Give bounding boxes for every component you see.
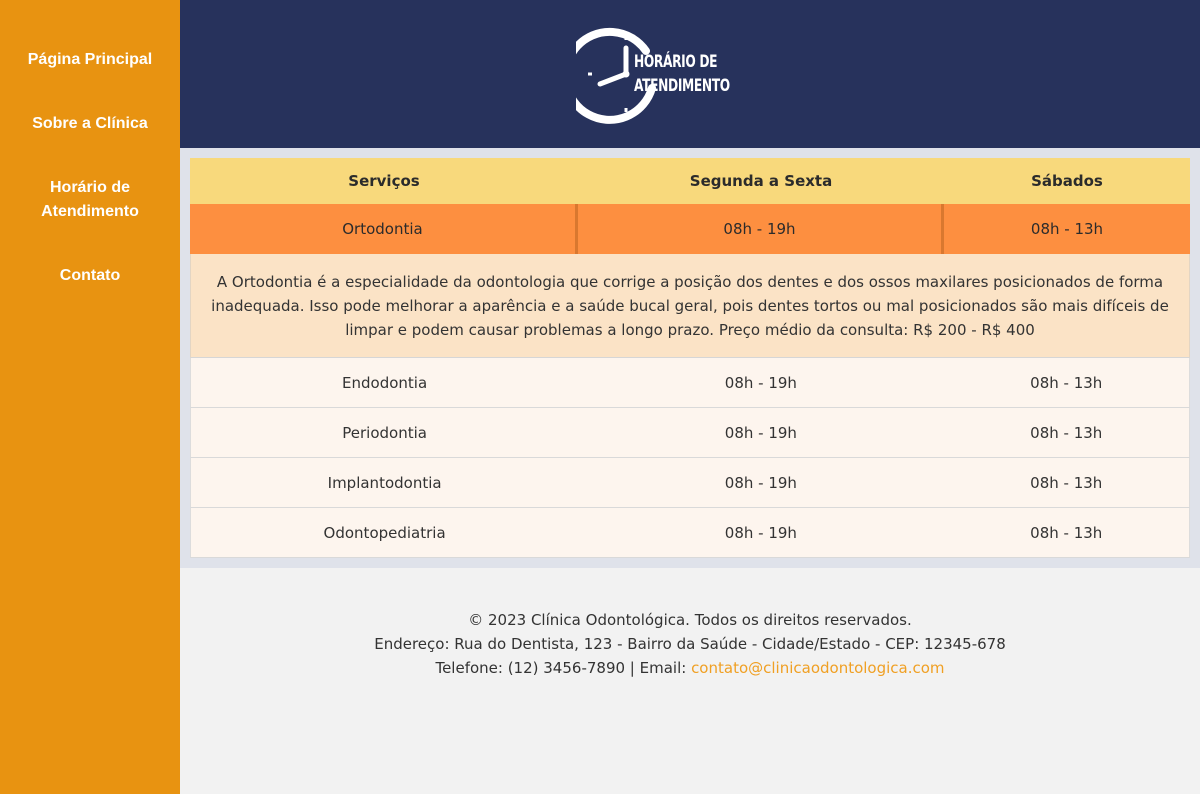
nav-pagina-principal[interactable]: Página Principal bbox=[0, 48, 180, 72]
weekday-hours: 08h - 19h bbox=[724, 523, 797, 542]
footer-address: Endereço: Rua do Dentista, 123 - Bairro … bbox=[374, 635, 1006, 653]
weekday-hours: 08h - 19h bbox=[724, 423, 797, 442]
saturday-hours: 08h - 13h bbox=[1030, 473, 1103, 492]
table-row[interactable]: Odontopediatria 08h - 19h 08h - 13h bbox=[190, 508, 1190, 558]
nav-label: Página Principal bbox=[27, 51, 153, 68]
weekday-hours: 08h - 19h bbox=[578, 204, 944, 254]
footer-contact: Telefone: (12) 3456-7890 | Email: contat… bbox=[180, 656, 1200, 680]
service-name: Periodontia bbox=[342, 423, 427, 442]
service-name: Odontopediatria bbox=[323, 523, 446, 542]
saturday-hours: 08h - 13h bbox=[1030, 373, 1103, 392]
footer-email-link[interactable]: contato@clinicaodontologica.com bbox=[691, 659, 944, 677]
table-row-active[interactable]: Ortodontia 08h - 19h 08h - 13h bbox=[190, 204, 1190, 254]
nav-label-line2: Atendimento bbox=[41, 203, 139, 220]
column-header-servicos: Serviços bbox=[348, 172, 420, 190]
logo: Horário de Atendimento bbox=[576, 21, 741, 127]
header: Horário de Atendimento bbox=[180, 0, 1200, 148]
nav-sobre-clinica[interactable]: Sobre a Clínica bbox=[0, 112, 180, 136]
service-name: Ortodontia bbox=[190, 204, 578, 254]
weekday-hours: 08h - 19h bbox=[724, 373, 797, 392]
table-header-row: Serviços Segunda a Sexta Sábados bbox=[190, 158, 1190, 204]
logo-title-line2: Atendimento bbox=[634, 76, 730, 96]
footer-phone: Telefone: (12) 3456-7890 | Email: bbox=[435, 659, 692, 677]
nav-horario-atendimento[interactable]: Horário de Atendimento bbox=[0, 176, 180, 224]
footer: © 2023 Clínica Odontológica. Todos os di… bbox=[180, 608, 1200, 680]
table-row[interactable]: Implantodontia 08h - 19h 08h - 13h bbox=[190, 458, 1190, 508]
service-description: A Ortodontia é a especialidade da odonto… bbox=[211, 272, 1169, 339]
table-row[interactable]: Periodontia 08h - 19h 08h - 13h bbox=[190, 408, 1190, 458]
nav-label: Sobre a Clínica bbox=[32, 115, 148, 132]
logo-title-line1: Horário de bbox=[634, 52, 718, 72]
saturday-hours: 08h - 13h bbox=[1030, 220, 1104, 238]
saturday-hours: 08h - 13h bbox=[1030, 423, 1103, 442]
table-row[interactable]: Endodontia 08h - 19h 08h - 13h bbox=[190, 358, 1190, 408]
sidebar: Página Principal Sobre a Clínica Horário… bbox=[0, 0, 180, 794]
nav-contato[interactable]: Contato bbox=[0, 264, 180, 288]
service-name: Endodontia bbox=[342, 373, 428, 392]
service-description-row: A Ortodontia é a especialidade da odonto… bbox=[190, 254, 1190, 358]
weekday-hours: 08h - 19h bbox=[724, 473, 797, 492]
service-name: Implantodontia bbox=[327, 473, 442, 492]
saturday-hours: 08h - 13h bbox=[1030, 523, 1103, 542]
nav-label: Contato bbox=[59, 267, 121, 284]
column-header-segunda-sexta: Segunda a Sexta bbox=[689, 172, 833, 190]
footer-copyright: © 2023 Clínica Odontológica. Todos os di… bbox=[468, 611, 912, 629]
column-header-sabados: Sábados bbox=[1031, 172, 1103, 190]
nav-label-line1: Horário de bbox=[49, 179, 130, 196]
schedule-table: Serviços Segunda a Sexta Sábados Ortodon… bbox=[190, 158, 1190, 558]
clock-icon bbox=[576, 27, 656, 124]
